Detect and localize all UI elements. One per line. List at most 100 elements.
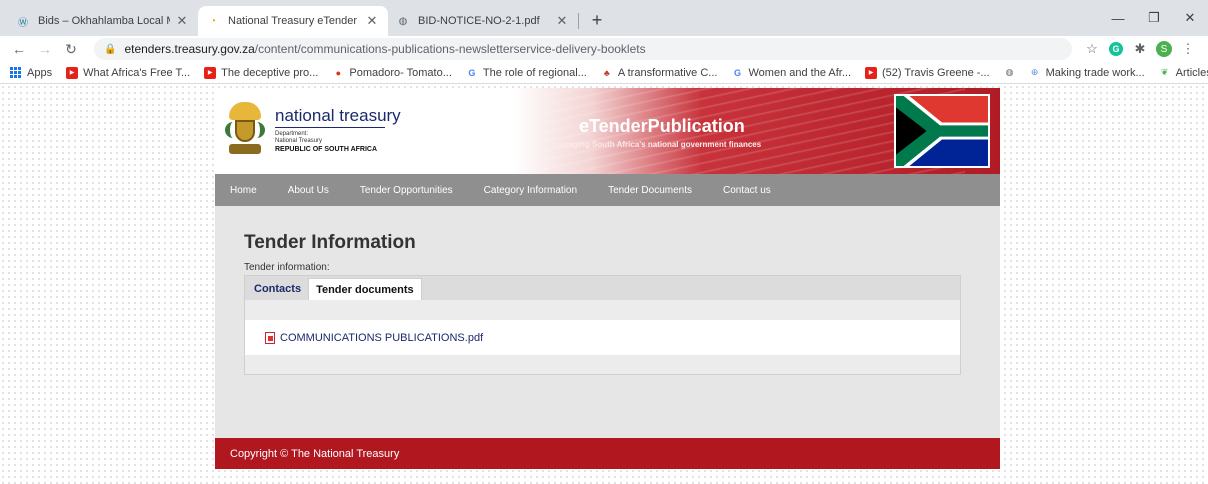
bookmark-item[interactable]: G The role of regional... <box>466 66 587 79</box>
site-container: national treasury Department: National T… <box>215 88 1000 469</box>
back-button[interactable]: ← <box>8 38 30 60</box>
address-bar[interactable]: 🔒 etenders.treasury.gov.za/content/commu… <box>94 38 1072 60</box>
page-background: national treasury Department: National T… <box>0 84 1208 484</box>
logo-name: national treasury <box>275 106 401 125</box>
bookmark-item[interactable]: ▶ What Africa's Free T... <box>66 66 191 79</box>
minimize-button[interactable]: — <box>1100 0 1136 36</box>
tree-icon: ♣ <box>603 67 610 78</box>
page-title: Tender Information <box>244 232 416 253</box>
google-icon: G <box>733 67 741 78</box>
tab-tender-documents[interactable]: Tender documents <box>308 278 422 300</box>
main-nav: Home About Us Tender Opportunities Categ… <box>215 174 1000 206</box>
bookmark-label: Articles of Agreeme... <box>1175 66 1208 79</box>
site-footer: Copyright © The National Treasury <box>215 438 1000 469</box>
bookmark-item[interactable]: ❦ Articles of Agreeme... <box>1159 67 1208 79</box>
logo-country: REPUBLIC OF SOUTH AFRICA <box>275 146 378 153</box>
bookmark-item[interactable]: ● Pomadoro- Tomato... <box>332 67 452 79</box>
youtube-icon: ▶ <box>204 66 217 79</box>
logo-rule <box>275 127 385 128</box>
close-icon[interactable]: ✕ <box>364 13 380 29</box>
wordpress-icon: Ⓦ <box>18 17 28 29</box>
browser-tab-bids[interactable]: Ⓦ Bids – Okhahlamba Local Municip ✕ <box>8 6 198 36</box>
profile-avatar[interactable]: S <box>1152 38 1176 60</box>
globe-icon: ◍ <box>1005 67 1014 77</box>
tab-contacts[interactable]: Contacts <box>247 278 308 300</box>
nav-contact-us[interactable]: Contact us <box>723 185 771 196</box>
reload-button[interactable]: ↻ <box>60 38 82 60</box>
tender-info-label: Tender information: <box>244 262 330 273</box>
bookmark-label: The deceptive pro... <box>221 66 319 79</box>
apps-icon <box>10 66 22 79</box>
close-window-button[interactable]: ✕ <box>1172 0 1208 36</box>
new-tab-button[interactable]: + <box>583 6 611 34</box>
bookmark-item[interactable]: ♣ A transformative C... <box>601 67 718 79</box>
tab-title: BID-NOTICE-NO-2-1.pdf <box>418 15 540 27</box>
bookmark-item[interactable]: ◍ <box>1004 67 1021 79</box>
bookmark-label: The role of regional... <box>482 66 587 79</box>
bookmark-item[interactable]: ⊕ Making trade work... <box>1029 67 1145 79</box>
etender-icon: ◔ <box>209 15 217 27</box>
browser-tab-strip: Ⓦ Bids – Okhahlamba Local Municip ✕ ◔ Na… <box>0 0 1208 36</box>
window-controls: — ❐ ✕ <box>1100 0 1208 36</box>
tomato-icon: ● <box>335 67 342 78</box>
youtube-icon: ▶ <box>66 66 79 79</box>
tab-panel-spacer <box>245 300 960 320</box>
bookmark-label: Apps <box>27 66 53 79</box>
bookmarks-bar: Apps ▶ What Africa's Free T... ▶ The decep… <box>0 62 1208 84</box>
main-content: Tender Information Tender information: C… <box>215 206 1000 438</box>
url-path: /content/communications-publications-new… <box>254 42 646 56</box>
browser-tab-pdf[interactable]: ◍ BID-NOTICE-NO-2-1.pdf ✕ <box>388 6 578 36</box>
bookmark-label: (52) Travis Greene -... <box>882 66 990 79</box>
bookmark-label: A transformative C... <box>617 66 718 79</box>
puzzle-extensions-icon[interactable]: ✱ <box>1128 38 1152 60</box>
close-icon[interactable]: ✕ <box>174 13 190 29</box>
nav-tender-documents[interactable]: Tender Documents <box>608 185 692 196</box>
tab-separator <box>578 13 579 29</box>
forward-button[interactable]: → <box>34 38 56 60</box>
nav-category-information[interactable]: Category Information <box>484 185 577 196</box>
nav-tender-opportunities[interactable]: Tender Opportunities <box>360 185 453 196</box>
logo-dept-name: National Treasury <box>275 138 323 144</box>
leaf-icon: ❦ <box>1160 67 1169 77</box>
lock-icon: 🔒 <box>104 43 117 55</box>
restore-button[interactable]: ❐ <box>1136 0 1172 36</box>
google-icon: G <box>468 67 476 78</box>
browser-toolbar: ← → ↻ 🔒 etenders.treasury.gov.za/content… <box>0 36 1208 62</box>
south-africa-flag-icon <box>894 94 990 168</box>
bookmark-label: Pomadoro- Tomato... <box>349 66 452 79</box>
nav-home[interactable]: Home <box>230 185 257 196</box>
url-host: etenders.treasury.gov.za <box>124 42 255 56</box>
documents-panel: COMMUNICATIONS PUBLICATIONS.pdf <box>245 320 960 355</box>
bookmark-item[interactable]: ▶ The deceptive pro... <box>204 66 319 79</box>
coat-of-arms-icon <box>225 102 265 158</box>
toolbar-actions: ☆ G ✱ S ⋮ <box>1080 38 1200 60</box>
close-icon[interactable]: ✕ <box>554 13 570 29</box>
bookmark-item[interactable]: G Women and the Afr... <box>731 67 851 79</box>
grammarly-extension-icon[interactable]: G <box>1104 38 1128 60</box>
document-link[interactable]: COMMUNICATIONS PUBLICATIONS.pdf <box>280 332 483 344</box>
bookmark-label: Making trade work... <box>1045 66 1145 79</box>
tender-tabs: Contacts Tender documents COMMUNICATIONS… <box>244 275 961 375</box>
un-icon: ⊕ <box>1030 67 1039 77</box>
globe-icon: ◍ <box>398 15 408 27</box>
site-header: national treasury Department: National T… <box>215 88 1000 174</box>
bookmark-label: Women and the Afr... <box>748 66 852 79</box>
site-tagline: managing South Africa's national governm… <box>552 140 762 149</box>
youtube-icon: ▶ <box>865 66 878 79</box>
browser-tab-etender[interactable]: ◔ National Treasury eTender ✕ <box>198 6 388 36</box>
logo-dept-label: Department: <box>275 131 309 137</box>
logo-text: national treasury Department: National T… <box>275 106 401 154</box>
kebab-menu-icon[interactable]: ⋮ <box>1176 38 1200 60</box>
bookmark-label: What Africa's Free T... <box>83 66 191 79</box>
url-text: etenders.treasury.gov.za/content/communi… <box>124 42 645 56</box>
bookmark-item[interactable]: ▶ (52) Travis Greene -... <box>865 66 990 79</box>
tab-strip: Contacts Tender documents <box>245 276 960 300</box>
bookmark-apps[interactable]: Apps <box>10 66 53 79</box>
site-title: eTenderPublication <box>579 116 745 136</box>
nav-about-us[interactable]: About Us <box>288 185 329 196</box>
tab-title: National Treasury eTender <box>228 15 358 27</box>
star-icon[interactable]: ☆ <box>1080 38 1104 60</box>
pdf-file-icon <box>265 331 275 344</box>
national-treasury-logo[interactable]: national treasury Department: National T… <box>225 102 401 158</box>
tab-title: Bids – Okhahlamba Local Municip <box>38 15 170 27</box>
